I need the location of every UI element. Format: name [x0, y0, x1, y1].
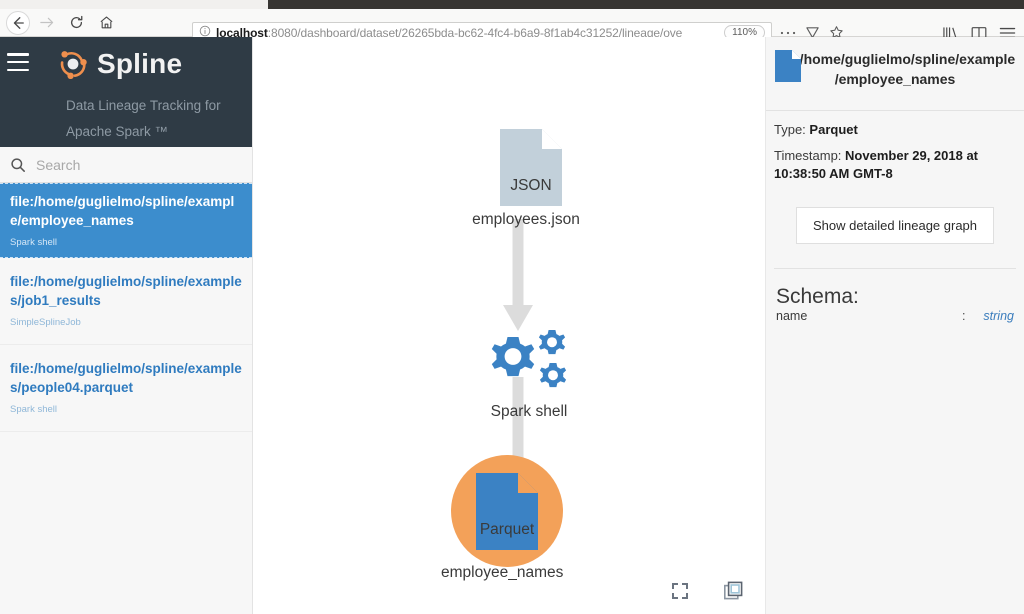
- details-title: file:/home/guglielmo/spline/example/empl…: [774, 51, 1016, 87]
- brand: Spline: [56, 47, 182, 81]
- page-actions-icon[interactable]: [780, 30, 796, 36]
- details-action-row: Show detailed lineage graph: [774, 207, 1016, 244]
- details-panel: file:/home/guglielmo/spline/example/empl…: [765, 37, 1024, 614]
- dataset-title: file:/home/guglielmo/spline/examples/peo…: [10, 361, 242, 395]
- details-body: Type: Parquet Timestamp: November 29, 20…: [766, 111, 1024, 323]
- edge-json-to-op: [503, 219, 533, 331]
- reload-button[interactable]: [62, 11, 90, 35]
- browser-toolbar: localhost:8080/dashboard/dataset/26265bd…: [0, 9, 1024, 43]
- sidebar-header: Spline Data Lineage Tracking for Apache …: [0, 37, 252, 147]
- graph-node-parquet[interactable]: Parquet employee_names: [441, 455, 563, 583]
- graph-node-label: employees.json: [472, 211, 580, 228]
- back-button[interactable]: [6, 10, 30, 35]
- schema-field-separator: :: [961, 309, 966, 323]
- dataset-title: file:/home/guglielmo/spline/examples/job…: [10, 274, 242, 308]
- spline-logo-icon: [56, 47, 90, 81]
- details-header: file:/home/guglielmo/spline/example/empl…: [766, 37, 1024, 111]
- gears-icon: [491, 330, 567, 388]
- dataset-list-item-0[interactable]: file:/home/guglielmo/spline/example/empl…: [0, 183, 252, 258]
- sidebar-menu-toggle-icon[interactable]: [7, 53, 29, 71]
- forward-button[interactable]: [32, 11, 60, 35]
- brand-tagline-line1: Data Lineage Tracking for: [66, 98, 221, 113]
- graph-node-type-label: JSON: [510, 177, 552, 194]
- brand-tagline-line2: Apache Spark ™: [66, 124, 169, 139]
- home-button[interactable]: [92, 11, 120, 35]
- dataset-title: file:/home/guglielmo/spline/example/empl…: [10, 194, 235, 228]
- lineage-graph-canvas[interactable]: JSON employees.json Spark shell Parquet …: [253, 37, 765, 614]
- graph-node-operation[interactable]: Spark shell: [459, 327, 599, 421]
- dataset-list: file:/home/guglielmo/spline/example/empl…: [0, 183, 252, 614]
- tab-strip-dark: [268, 0, 1024, 9]
- show-detailed-lineage-button[interactable]: Show detailed lineage graph: [795, 207, 995, 244]
- brand-tagline: Data Lineage Tracking for Apache Spark ™: [66, 93, 246, 145]
- search-icon: [10, 157, 26, 173]
- parquet-file-icon: [476, 473, 538, 550]
- dataset-subtitle: SimpleSplineJob: [10, 317, 81, 328]
- graph-node-json[interactable]: JSON employees.json: [472, 125, 581, 230]
- browser-window: localhost:8080/dashboard/dataset/26265bd…: [0, 0, 1024, 614]
- dataset-subtitle: Spark shell: [10, 404, 57, 415]
- dataset-list-item-1[interactable]: file:/home/guglielmo/spline/examples/job…: [0, 258, 252, 345]
- schema-heading: Schema:: [776, 285, 859, 308]
- details-type-row: Type: Parquet: [774, 121, 1016, 139]
- brand-name: Spline: [97, 48, 183, 79]
- schema-field-row: name : string: [774, 309, 1016, 323]
- schema-field-type: string: [983, 309, 1014, 323]
- app-sidebar: Spline Data Lineage Tracking for Apache …: [0, 37, 253, 614]
- details-type-label: Type:: [774, 122, 806, 137]
- search-input[interactable]: [36, 156, 242, 173]
- details-timestamp-row: Timestamp: November 29, 2018 at 10:38:50…: [774, 147, 1016, 183]
- graph-node-label: Spark shell: [490, 403, 568, 420]
- schema-field-name: name: [776, 309, 808, 323]
- json-file-icon: [500, 129, 562, 206]
- navigation-buttons: [0, 10, 120, 35]
- parquet-file-icon: [774, 49, 802, 88]
- sidebar-search[interactable]: [0, 147, 252, 183]
- graph-controls: [667, 578, 747, 604]
- page-content: Spline Data Lineage Tracking for Apache …: [0, 37, 1024, 614]
- duplicate-view-icon[interactable]: [721, 578, 747, 604]
- details-timestamp-label: Timestamp:: [774, 148, 842, 163]
- details-type-value: Parquet: [809, 122, 858, 137]
- dataset-subtitle: Spark shell: [10, 237, 57, 248]
- fit-to-screen-icon[interactable]: [667, 578, 693, 604]
- tab-strip-left: [0, 0, 268, 9]
- dataset-list-item-2[interactable]: file:/home/guglielmo/spline/examples/peo…: [0, 345, 252, 432]
- graph-node-type-label: Parquet: [479, 521, 535, 538]
